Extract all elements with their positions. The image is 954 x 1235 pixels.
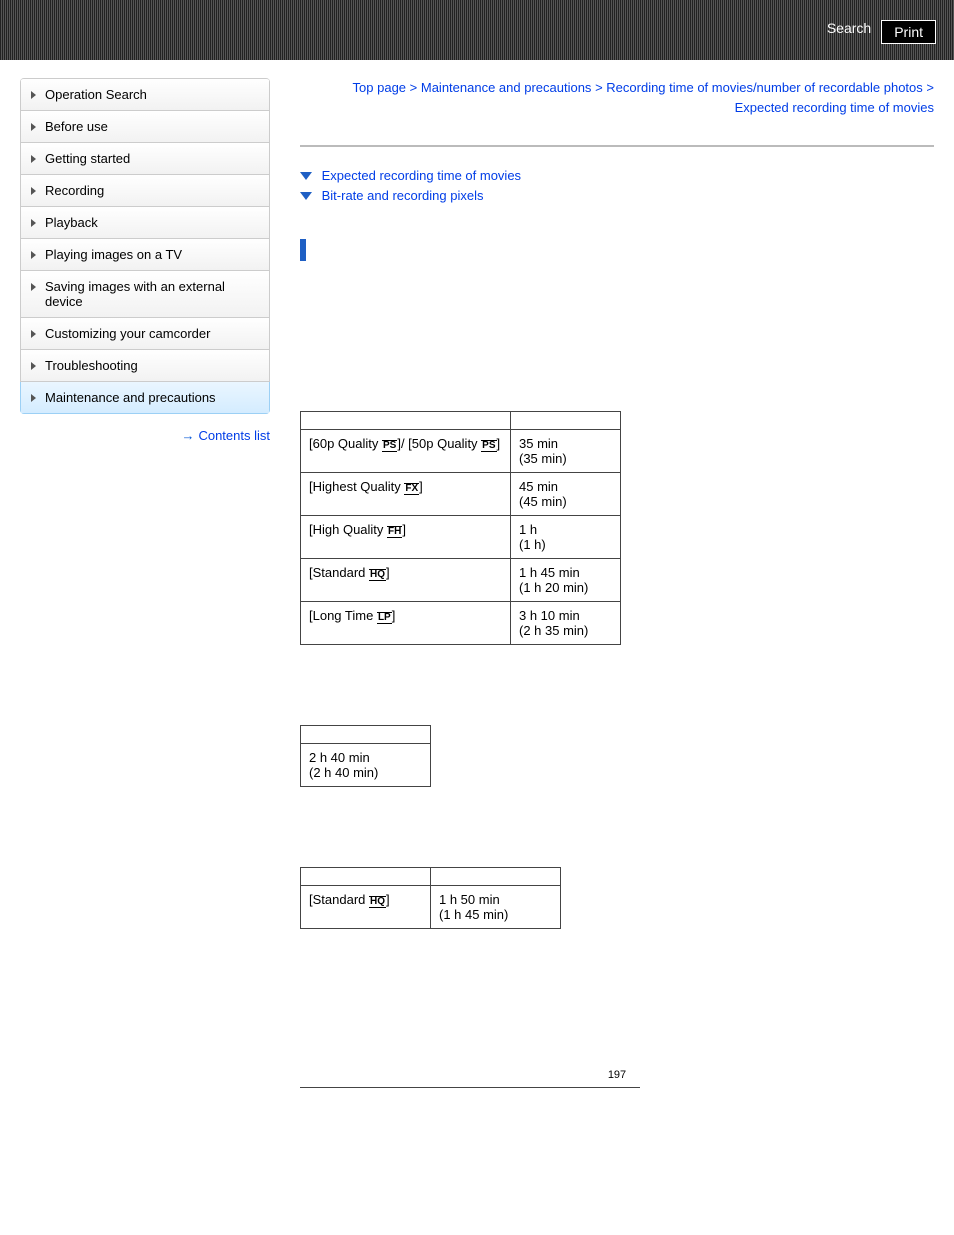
time-cell: 2 h 40 min(2 h 40 min)	[301, 744, 431, 787]
anchor-bitrate[interactable]: Bit-rate and recording pixels	[322, 188, 484, 203]
crumb-maintenance[interactable]: Maintenance and precautions	[421, 80, 592, 95]
time-cell: 1 h(1 h)	[511, 516, 621, 559]
table-row: [Long Time LP] 3 h 10 min(2 h 35 min)	[301, 602, 621, 645]
sidebar-item-before-use[interactable]: Before use	[20, 111, 270, 143]
table-header-time	[431, 868, 561, 886]
page-divider	[300, 1087, 640, 1088]
table-header-row	[301, 726, 431, 744]
mode-cell: [60p Quality PS]/ [50p Quality PS]	[301, 430, 511, 473]
table-row: [60p Quality PS]/ [50p Quality PS] 35 mi…	[301, 430, 621, 473]
anchor-list: Expected recording time of movies Bit-ra…	[300, 167, 934, 203]
sidebar-item-maintenance[interactable]: Maintenance and precautions	[20, 382, 270, 414]
table-row: 2 h 40 min(2 h 40 min)	[301, 744, 431, 787]
main-content: Top page > Maintenance and precautions >…	[270, 78, 934, 1088]
mode-cell: [Long Time LP]	[301, 602, 511, 645]
sidebar-item-operation-search[interactable]: Operation Search	[20, 79, 270, 111]
arrow-right-icon: →	[181, 428, 194, 443]
sidebar-item-saving-images[interactable]: Saving images with an external device	[20, 271, 270, 318]
table-header-time	[511, 412, 621, 430]
breadcrumb: Top page > Maintenance and precautions >…	[300, 78, 934, 117]
contents-list-link[interactable]: Contents list	[198, 428, 270, 443]
time-cell: 1 h 45 min(1 h 20 min)	[511, 559, 621, 602]
mode-cell: [Highest Quality FX]	[301, 473, 511, 516]
table-row: [Standard HQ] 1 h 50 min(1 h 45 min)	[301, 886, 561, 929]
table-row: [High Quality FH] 1 h(1 h)	[301, 516, 621, 559]
crumb-sep: >	[926, 80, 934, 95]
page-number: 197	[300, 1069, 934, 1081]
recording-time-table-hd: [60p Quality PS]/ [50p Quality PS] 35 mi…	[300, 411, 621, 645]
header-bar: Search Print	[0, 0, 954, 60]
time-cell: 1 h 50 min(1 h 45 min)	[431, 886, 561, 929]
crumb-sep: >	[595, 80, 606, 95]
anchor-expected-recording[interactable]: Expected recording time of movies	[322, 168, 521, 183]
table-row: [Highest Quality FX] 45 min(45 min)	[301, 473, 621, 516]
table-header-mode	[301, 412, 511, 430]
sidebar-item-recording[interactable]: Recording	[20, 175, 270, 207]
mode-icon-lp: LP	[377, 612, 392, 624]
search-link[interactable]: Search	[827, 20, 871, 44]
triangle-down-icon	[300, 192, 312, 200]
contents-list-wrap: → Contents list	[20, 428, 270, 443]
sidebar-item-playback[interactable]: Playback	[20, 207, 270, 239]
mode-icon-hq: HQ	[369, 896, 386, 908]
sidebar-item-playing-on-tv[interactable]: Playing images on a TV	[20, 239, 270, 271]
table-header-row	[301, 412, 621, 430]
table-header-mode	[301, 868, 431, 886]
sidebar-nav: Operation Search Before use Getting star…	[20, 78, 270, 414]
time-cell: 45 min(45 min)	[511, 473, 621, 516]
recording-time-table-std: [Standard HQ] 1 h 50 min(1 h 45 min)	[300, 867, 561, 929]
mode-cell: [High Quality FH]	[301, 516, 511, 559]
crumb-top[interactable]: Top page	[353, 80, 407, 95]
mode-icon-fx: FX	[404, 483, 419, 495]
recording-time-table-mp4: 2 h 40 min(2 h 40 min)	[300, 725, 431, 787]
sidebar-item-troubleshooting[interactable]: Troubleshooting	[20, 350, 270, 382]
mode-icon-hq: HQ	[369, 569, 386, 581]
table-header-time	[301, 726, 431, 744]
mode-icon-ps: PS	[481, 440, 496, 452]
sidebar-item-getting-started[interactable]: Getting started	[20, 143, 270, 175]
print-button[interactable]: Print	[881, 20, 936, 44]
crumb-sep: >	[410, 80, 421, 95]
crumb-recording-time[interactable]: Recording time of movies/number of recor…	[606, 80, 923, 95]
crumb-expected[interactable]: Expected recording time of movies	[735, 100, 934, 115]
section-marker-icon	[300, 239, 306, 261]
time-cell: 3 h 10 min(2 h 35 min)	[511, 602, 621, 645]
sidebar: Operation Search Before use Getting star…	[20, 78, 270, 1088]
table-row: [Standard HQ] 1 h 45 min(1 h 20 min)	[301, 559, 621, 602]
time-cell: 35 min(35 min)	[511, 430, 621, 473]
sidebar-item-customizing[interactable]: Customizing your camcorder	[20, 318, 270, 350]
section-divider	[300, 145, 934, 147]
mode-icon-ps: PS	[382, 440, 397, 452]
mode-icon-fh: FH	[387, 526, 402, 538]
mode-cell: [Standard HQ]	[301, 559, 511, 602]
table-header-row	[301, 868, 561, 886]
triangle-down-icon	[300, 172, 312, 180]
mode-cell: [Standard HQ]	[301, 886, 431, 929]
